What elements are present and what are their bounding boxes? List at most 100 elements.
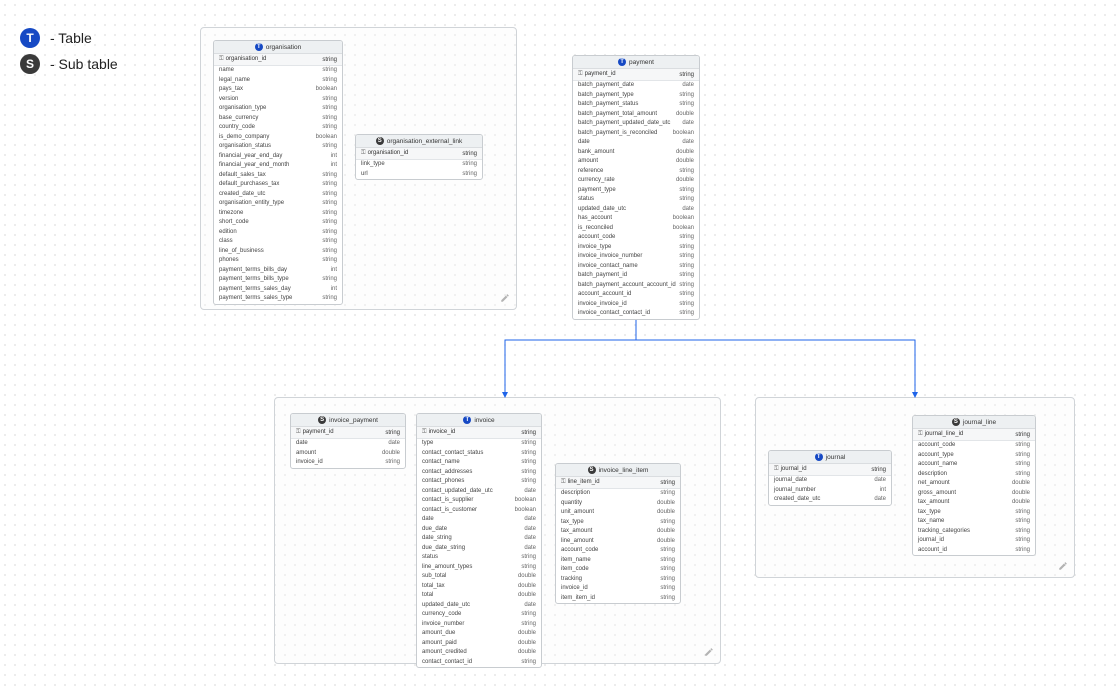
entity-title: payment (629, 59, 654, 66)
field-row: date_stringdate (417, 534, 541, 544)
field-type: string (462, 161, 477, 169)
field-row: totaldouble (417, 591, 541, 601)
field-row: batch_payment_updated_date_utcdate (573, 119, 699, 129)
field-list: batch_payment_datedatebatch_payment_type… (573, 81, 699, 319)
field-row: legal_namestring (214, 76, 342, 86)
field-type: string (1015, 547, 1030, 555)
field-name: contact_phones (422, 478, 464, 486)
field-name: account_code (918, 442, 955, 450)
field-type: string (660, 595, 675, 603)
field-row: payment_typestring (573, 186, 699, 196)
field-type: string (521, 659, 536, 667)
field-row: payment_terms_bills_typestring (214, 275, 342, 285)
field-name: batch_payment_status (578, 101, 638, 109)
field-list: datedateamountdoubleinvoice_idstring (291, 439, 405, 468)
field-type: double (1012, 480, 1030, 488)
field-row: journal_datedate (769, 476, 891, 486)
field-row: organisation_type string (214, 104, 342, 114)
entity-invoice-payment[interactable]: S invoice_payment ⚿payment_id string dat… (290, 413, 406, 469)
field-type: double (676, 177, 694, 185)
field-type: string (322, 105, 337, 113)
field-type: string (1015, 471, 1030, 479)
edit-icon[interactable] (704, 647, 714, 657)
field-type: string (322, 210, 337, 218)
entity-journal-line[interactable]: S journal_line ⚿journal_line_id string a… (912, 415, 1036, 556)
legend-table-label: - Table (50, 30, 92, 46)
field-name: date (296, 440, 308, 448)
field-name: contact_updated_date_utc (422, 488, 493, 496)
field-row: updated_date_utcdate (417, 601, 541, 611)
field-type: double (657, 500, 675, 508)
entity-organisation-external-link[interactable]: S organisation_external_link ⚿organisati… (355, 134, 483, 180)
field-list: link_typestringurlstring (356, 160, 482, 179)
field-row: contact_addressesstring (417, 468, 541, 478)
field-type: double (657, 509, 675, 517)
field-name: description (918, 471, 947, 479)
key-icon: ⚿ (561, 479, 566, 485)
field-row: invoice_idstring (556, 584, 680, 594)
key-icon: ⚿ (774, 466, 779, 472)
field-type: string (322, 219, 337, 227)
field-name: payment_terms_bills_type (219, 276, 289, 284)
entity-title: invoice_line_item (599, 467, 649, 474)
edit-icon[interactable] (1058, 561, 1068, 571)
field-name: gross_amount (918, 490, 956, 498)
field-row: tax_amountdouble (913, 498, 1035, 508)
field-row: description string (913, 470, 1035, 480)
field-row: contact_phonesstring (417, 477, 541, 487)
pk-type: string (871, 467, 886, 473)
field-row: contact_is_supplierboolean (417, 496, 541, 506)
field-name: payment_terms_sales_type (219, 295, 292, 303)
edit-icon[interactable] (500, 293, 510, 303)
legend: T - Table S - Sub table (20, 22, 118, 80)
pk-row: ⚿organisation_id string (356, 148, 482, 160)
field-type: int (331, 267, 337, 275)
field-row: versionstring (214, 95, 342, 105)
field-type: string (521, 621, 536, 629)
key-icon: ⚿ (918, 431, 923, 437)
field-name: organisation_type (219, 105, 266, 113)
entity-header: S organisation_external_link (356, 135, 482, 148)
field-name: class (219, 238, 233, 246)
field-row: account_idstring (913, 546, 1035, 556)
field-name: short_code (219, 219, 249, 227)
field-name: financial_year_end_day (219, 153, 282, 161)
field-row: bank_amountdouble (573, 148, 699, 158)
field-row: default_sales_taxstring (214, 171, 342, 181)
field-row: base_currencystring (214, 114, 342, 124)
field-type: double (518, 583, 536, 591)
field-type: string (660, 557, 675, 565)
field-name: batch_payment_is_reconciled (578, 130, 657, 138)
field-name: invoice_number (422, 621, 464, 629)
pk-type: string (660, 480, 675, 486)
field-name: tax_amount (918, 499, 949, 507)
entity-payment[interactable]: T payment ⚿payment_id string batch_payme… (572, 55, 700, 320)
field-name: invoice_invoice_number (578, 253, 642, 261)
field-row: invoice_idstring (291, 458, 405, 468)
field-type: int (331, 162, 337, 170)
field-row: timezonestring (214, 209, 342, 219)
pk-name: payment_id (585, 71, 616, 77)
field-name: description (561, 490, 590, 498)
field-row: contact_updated_date_utcdate (417, 487, 541, 497)
field-type: int (331, 286, 337, 294)
field-type: string (1015, 442, 1030, 450)
field-type: double (1012, 490, 1030, 498)
field-row: batch_payment_account_account_idstring (573, 281, 699, 291)
field-name: invoice_id (561, 585, 588, 593)
field-name: updated_date_utc (422, 602, 470, 610)
field-row: batch_payment_datedate (573, 81, 699, 91)
field-row: is_demo_companyboolean (214, 133, 342, 143)
field-type: string (322, 124, 337, 132)
entity-journal[interactable]: T journal ⚿journal_id string journal_dat… (768, 450, 892, 506)
field-name: invoice_invoice_id (578, 301, 627, 309)
entity-invoice[interactable]: T invoice ⚿invoice_id string typestringc… (416, 413, 542, 668)
table-icon: T (815, 453, 823, 461)
sub-icon: S (318, 416, 326, 424)
field-row: quantitydouble (556, 499, 680, 509)
field-type: string (521, 611, 536, 619)
field-name: financial_year_end_month (219, 162, 289, 170)
entity-invoice-line-item[interactable]: S invoice_line_item ⚿line_item_id string… (555, 463, 681, 604)
entity-organisation[interactable]: T organisation ⚿organisation_id string n… (213, 40, 343, 305)
field-type: string (322, 181, 337, 189)
